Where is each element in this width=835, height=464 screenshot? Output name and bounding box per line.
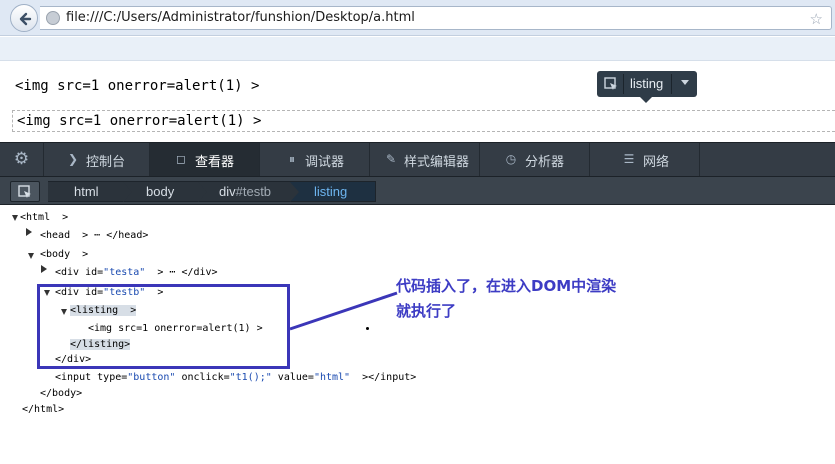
annotation-pointer-line [289, 291, 398, 331]
annotation-text: 代码插入了，在进入DOM中渲染就执行了 [396, 277, 617, 320]
expand-toggle-icon[interactable] [41, 265, 47, 273]
stopwatch-icon: ◷ [505, 152, 517, 166]
breadcrumb-div-testb[interactable]: div#testb [198, 181, 299, 202]
chevron-right-icon: ❯ [67, 152, 79, 166]
annotation-box [37, 284, 290, 369]
node-head[interactable]: <head > ⋯ </head> [40, 230, 148, 241]
back-arrow-icon [19, 12, 32, 26]
tab-network[interactable]: ☰ 网络 [590, 143, 700, 176]
chevron-down-icon[interactable] [681, 80, 689, 85]
expand-toggle-icon[interactable] [12, 215, 18, 221]
element-picker-button[interactable] [10, 181, 40, 202]
cursor-dot [366, 327, 369, 330]
url-text: file:///C:/Users/Administrator/funshion/… [66, 10, 415, 25]
network-icon: ☰ [623, 152, 635, 166]
expand-toggle-icon[interactable] [28, 253, 34, 259]
expand-toggle-icon[interactable] [26, 228, 32, 236]
breadcrumb-body[interactable]: body [123, 181, 207, 202]
node-input[interactable]: <input type="button" onclick="t1();" val… [55, 372, 416, 383]
node-html-close[interactable]: </html> [22, 404, 64, 415]
pause-icon: ⏸ [288, 152, 295, 166]
back-button[interactable] [10, 4, 38, 32]
tab-inspector[interactable]: ◻ 查看器 [150, 143, 260, 176]
browser-navbar: file:///C:/Users/Administrator/funshion/… [0, 0, 835, 36]
node-html[interactable]: <html > [20, 212, 68, 223]
node-body-close[interactable]: </body> [40, 388, 82, 399]
tooltip-label: listing [630, 76, 664, 91]
inspector-icon: ◻ [176, 152, 186, 166]
highlighted-listing-element: <img src=1 onerror=alert(1) > [12, 110, 835, 132]
inspector-node-tooltip: listing [597, 71, 697, 103]
page-text-line: <img src=1 onerror=alert(1) > [15, 78, 260, 94]
bookmarks-strip [0, 37, 835, 61]
breadcrumb-listing[interactable]: listing [290, 181, 376, 202]
tab-style-editor[interactable]: ✎ 样式编辑器 [370, 143, 480, 176]
tab-profiler[interactable]: ◷ 分析器 [480, 143, 590, 176]
bookmark-star-icon[interactable]: ☆ [810, 10, 823, 28]
node-div-testa[interactable]: <div id="testa" > ⋯ </div> [55, 267, 218, 278]
tab-console[interactable]: ❯ 控制台 [44, 143, 150, 176]
element-picker-icon [604, 77, 617, 90]
element-picker-icon [18, 185, 31, 198]
node-body[interactable]: <body > [40, 249, 88, 260]
listing-text: <img src=1 onerror=alert(1) > [17, 113, 262, 129]
breadcrumb: html body div#testb listing [0, 176, 835, 205]
devtools-toolbar: ⚙ ❯ 控制台 ◻ 查看器 ⏸ 调试器 ✎ 样式编辑器 ◷ 分析器 ☰ 网络 [0, 142, 835, 176]
globe-icon [46, 11, 60, 25]
url-bar[interactable]: file:///C:/Users/Administrator/funshion/… [40, 6, 832, 30]
pencil-icon: ✎ [385, 152, 397, 166]
breadcrumb-html[interactable]: html [48, 181, 132, 202]
tab-debugger[interactable]: ⏸ 调试器 [260, 143, 370, 176]
gear-icon[interactable]: ⚙ [0, 143, 44, 176]
